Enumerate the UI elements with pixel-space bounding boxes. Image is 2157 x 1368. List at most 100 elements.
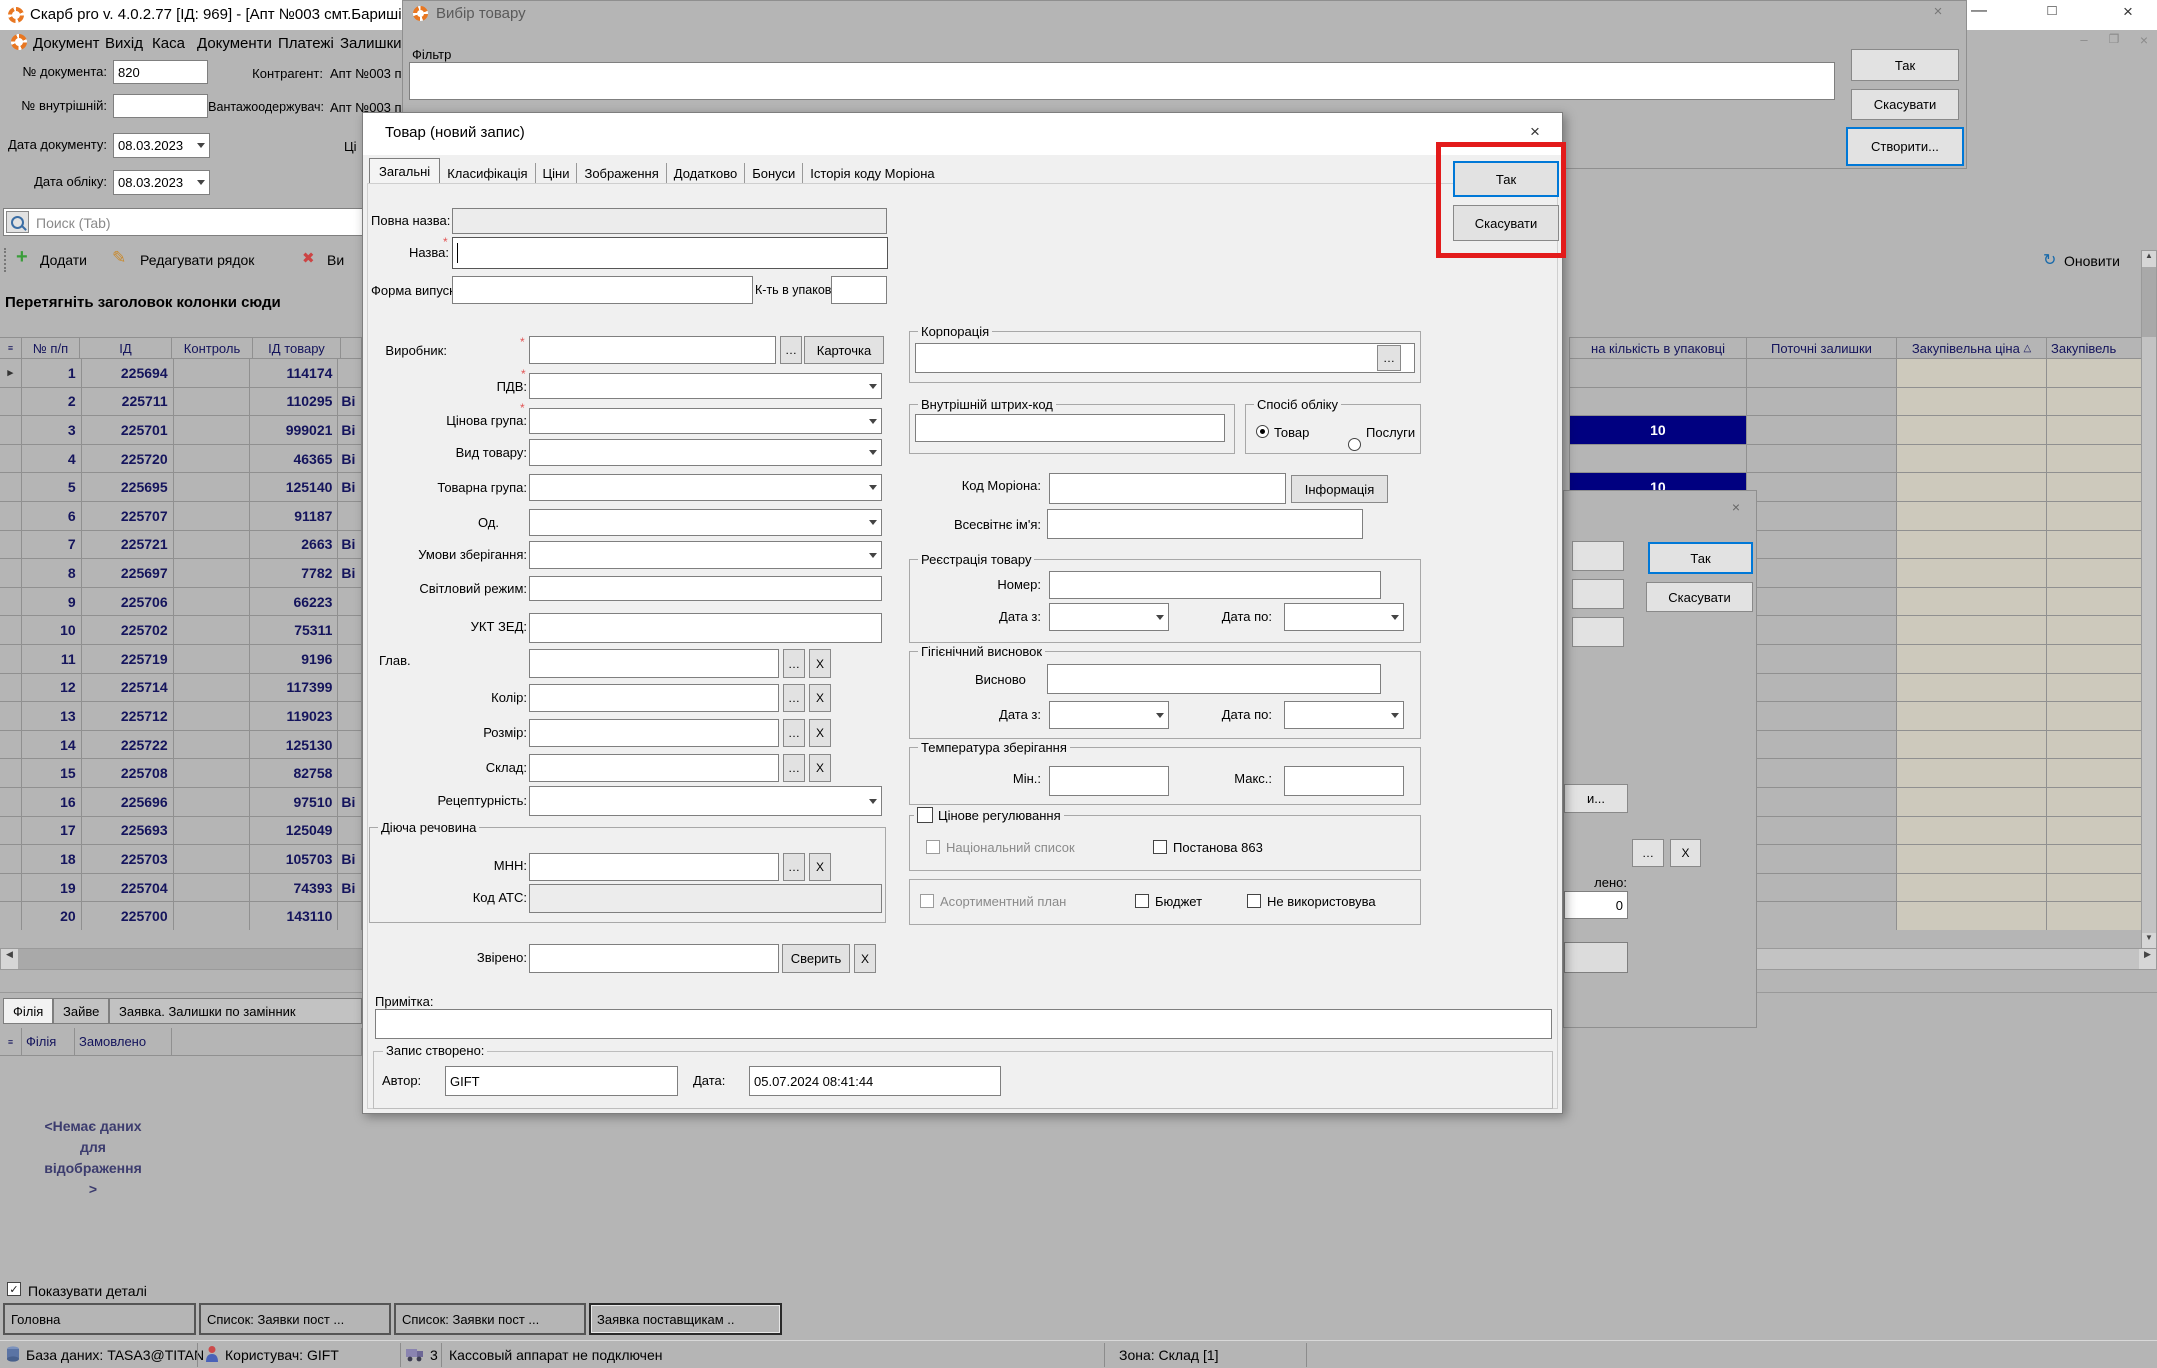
show-details-checkbox[interactable]: ✓ — [7, 1282, 21, 1296]
cell-tid[interactable]: 7782 — [250, 559, 338, 588]
row-indicator[interactable] — [0, 702, 22, 731]
cell-control[interactable] — [174, 731, 251, 760]
window-tab-list1[interactable]: Список: Заявки пост ... — [199, 1303, 391, 1335]
atc-field[interactable] — [529, 884, 882, 913]
cell-name-fragment[interactable]: Ві — [338, 874, 362, 903]
add-icon[interactable]: + — [16, 246, 28, 269]
cell-npp[interactable]: 1 — [22, 359, 82, 388]
not-used-checkbox[interactable] — [1247, 894, 1261, 908]
tab-morion-history[interactable]: Історія коду Моріона — [803, 163, 941, 183]
cell-current-stock[interactable] — [1747, 531, 1897, 560]
cell-id[interactable]: 225722 — [82, 731, 174, 760]
add-row-button[interactable]: Додати — [40, 252, 87, 268]
ellipsis-button[interactable]: … — [1632, 839, 1664, 867]
scroll-left-icon[interactable]: ◀ — [1, 949, 18, 969]
row-indicator[interactable] — [0, 616, 22, 645]
color-field[interactable] — [529, 684, 779, 712]
cell-name-fragment[interactable] — [338, 359, 362, 388]
cell-current-stock[interactable] — [1747, 674, 1897, 703]
col-header-current-stock[interactable]: Поточні залишки — [1747, 338, 1897, 359]
window-tab-order-active[interactable]: Заявка поставщикам .. — [589, 1303, 782, 1335]
cell-npp[interactable]: 10 — [22, 616, 82, 645]
cell-tid[interactable]: 105703 — [250, 845, 338, 874]
filter-input[interactable] — [409, 62, 1835, 100]
cell-purchase-price[interactable] — [1897, 645, 2047, 674]
table-row[interactable]: 17225693125049 — [0, 817, 362, 846]
mnn-clear-button[interactable]: X — [809, 853, 831, 881]
table-row[interactable] — [1570, 445, 2157, 474]
cell-id[interactable]: 225712 — [82, 702, 174, 731]
cell-npp[interactable]: 12 — [22, 674, 82, 703]
cell-control[interactable] — [174, 674, 251, 703]
menu-payments[interactable]: Платежі — [278, 35, 334, 52]
cell-tid[interactable]: 114174 — [250, 359, 338, 388]
cell-npp[interactable]: 6 — [22, 502, 82, 531]
cell-name-fragment[interactable] — [338, 645, 362, 674]
size-field[interactable] — [529, 719, 779, 747]
row-indicator[interactable] — [0, 759, 22, 788]
goods-radio-selected[interactable] — [1256, 425, 1269, 438]
cell-tid[interactable]: 91187 — [250, 502, 338, 531]
cell-id[interactable]: 225711 — [82, 388, 174, 417]
tab-general-active[interactable]: Загальні — [369, 158, 440, 183]
unit-combo[interactable] — [529, 509, 882, 536]
table-row[interactable]: 1022570275311 — [0, 616, 362, 645]
size-ellipsis-button[interactable]: … — [783, 719, 805, 747]
hyg-date-to-combo[interactable] — [1284, 701, 1404, 729]
cell-control[interactable] — [174, 788, 251, 817]
acc-date-combo[interactable]: 08.03.2023 — [113, 170, 210, 195]
cell-id[interactable]: 225700 — [82, 902, 174, 930]
hyg-date-from-combo[interactable] — [1049, 701, 1169, 729]
row-indicator[interactable] — [0, 731, 22, 760]
cell-name-fragment[interactable] — [338, 616, 362, 645]
left-grid[interactable]: ≡ № п/п ІД Контроль ІД товару ▸122569411… — [0, 337, 362, 930]
hidden-button-fragment[interactable] — [1572, 579, 1624, 609]
tab-bonuses[interactable]: Бонуси — [745, 163, 803, 183]
maximize-icon[interactable]: □ — [2035, 2, 2069, 26]
cell-control[interactable] — [174, 502, 251, 531]
row-indicator[interactable] — [0, 902, 22, 930]
delete-icon[interactable]: ✖ — [302, 249, 315, 267]
tab-filia[interactable]: Філія — [3, 998, 53, 1024]
table-row[interactable]: 72257212663Ві — [0, 531, 362, 560]
select-cancel-button[interactable]: Скасувати — [1851, 89, 1959, 120]
small-dialog-ok-button[interactable]: Так — [1648, 542, 1753, 574]
row-indicator[interactable] — [0, 502, 22, 531]
cell-purchase-price[interactable] — [1897, 902, 2047, 930]
tab-prices[interactable]: Ціни — [536, 163, 578, 183]
cell-id[interactable]: 225693 — [82, 817, 174, 846]
size-clear-button[interactable]: X — [809, 719, 831, 747]
national-list-checkbox-disabled[interactable] — [926, 840, 940, 854]
toolbar-drag-handle[interactable] — [4, 248, 6, 272]
table-row[interactable]: 10 — [1570, 416, 2157, 445]
left-grid-body[interactable]: ▸12256941141742225711110295Ві32257019990… — [0, 359, 362, 930]
full-name-field[interactable] — [452, 208, 887, 234]
tab-images[interactable]: Зображення — [577, 163, 666, 183]
table-row[interactable]: 1522570882758 — [0, 759, 362, 788]
cell-id[interactable]: 225714 — [82, 674, 174, 703]
table-row[interactable]: 20225700143110 — [0, 902, 362, 930]
window-tab-main[interactable]: Головна — [3, 1303, 196, 1335]
row-indicator[interactable] — [0, 817, 22, 846]
cell-control[interactable] — [174, 588, 251, 617]
cell-tid[interactable]: 9196 — [250, 645, 338, 674]
manufacturer-field[interactable] — [529, 336, 776, 364]
cell-pack-qty[interactable] — [1570, 388, 1747, 417]
cell-purchase-price[interactable] — [1897, 616, 2047, 645]
cell-control[interactable] — [174, 416, 251, 445]
tab-zaive[interactable]: Зайве — [53, 998, 109, 1024]
cell-current-stock[interactable] — [1747, 445, 1897, 474]
cell-name-fragment[interactable]: Ві — [338, 531, 362, 560]
cell-id[interactable]: 225706 — [82, 588, 174, 617]
assortment-checkbox-disabled[interactable] — [920, 894, 934, 908]
cell-tid[interactable]: 46365 — [250, 445, 338, 474]
cell-id[interactable]: 225695 — [82, 473, 174, 502]
cell-npp[interactable]: 5 — [22, 473, 82, 502]
corporation-ellipsis-button[interactable]: … — [1377, 345, 1401, 371]
budget-checkbox[interactable] — [1135, 894, 1149, 908]
cell-name-fragment[interactable] — [338, 817, 362, 846]
menu-stock[interactable]: Залишки — [340, 35, 402, 52]
cell-current-stock[interactable] — [1747, 874, 1897, 903]
cell-npp[interactable]: 9 — [22, 588, 82, 617]
cell-npp[interactable]: 15 — [22, 759, 82, 788]
